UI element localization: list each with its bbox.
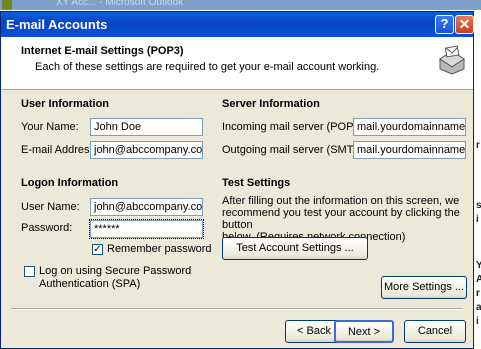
cancel-button[interactable]: Cancel <box>404 320 466 343</box>
more-settings-button[interactable]: More Settings ... <box>381 276 467 299</box>
next-button[interactable]: Next > <box>334 320 394 343</box>
close-button[interactable]: ✕ <box>455 15 474 34</box>
dialog-title: E-mail Accounts <box>6 17 108 32</box>
email-field[interactable]: john@abccompany.com <box>90 141 203 159</box>
background-text: A <box>476 274 481 285</box>
header-band: Internet E-mail Settings (POP3) Each of … <box>1 37 473 90</box>
background-text: r <box>476 288 480 299</box>
incoming-server-label: Incoming mail server (POP3): <box>222 121 367 133</box>
background-text: i <box>476 316 479 327</box>
outgoing-server-field[interactable]: mail.yourdomainname.com <box>353 141 466 159</box>
help-button[interactable]: ? <box>435 15 454 34</box>
user-info-title: User Information <box>21 98 110 110</box>
background-text: i <box>476 214 479 225</box>
name-label: Your Name: <box>21 121 79 133</box>
header-title: Internet E-mail Settings (POP3) <box>21 45 184 57</box>
spa-label-line1: Log on using Secure Password <box>39 265 192 277</box>
email-accounts-dialog: E-mail Accounts ? ✕ Internet E-mail Sett… <box>0 11 474 349</box>
remember-password-checkbox[interactable]: ✓ <box>92 244 103 255</box>
remember-password-label: Remember password <box>107 243 212 255</box>
test-settings-title: Test Settings <box>222 177 291 189</box>
test-settings-description-line: After filling out the information on thi… <box>222 195 460 207</box>
test-account-settings-button[interactable]: Test Account Settings ... <box>222 237 368 260</box>
dialog-titlebar[interactable]: E-mail Accounts ? ✕ <box>1 12 474 37</box>
logon-info-title: Logon Information <box>21 177 119 189</box>
background-text: a <box>476 302 481 313</box>
password-field[interactable]: ****** <box>89 219 204 239</box>
background-text: Y <box>476 260 481 271</box>
email-label: E-mail Address: <box>21 144 99 156</box>
spa-checkbox[interactable] <box>24 266 35 277</box>
background-titlebar: XY Acc... - Microsoft Outlook <box>0 0 481 10</box>
username-field[interactable]: john@abccompany.com <box>90 198 203 216</box>
name-field[interactable]: John Doe <box>90 118 203 136</box>
footer-divider <box>11 308 463 310</box>
server-info-title: Server Information <box>222 98 320 110</box>
header-subtitle: Each of these settings are required to g… <box>35 61 380 73</box>
username-label: User Name: <box>21 201 80 213</box>
background-text: s <box>476 200 481 211</box>
email-settings-icon <box>439 45 465 75</box>
password-label: Password: <box>21 222 73 234</box>
test-settings-description-line: recommend you test your account by click… <box>222 207 460 231</box>
incoming-server-field[interactable]: mail.yourdomainname.com <box>353 118 466 136</box>
outlook-app-icon <box>2 0 12 10</box>
spa-label-line2: Authentication (SPA) <box>39 278 141 290</box>
test-settings-description: After filling out the information on thi… <box>222 195 462 243</box>
background-text: r <box>476 140 480 151</box>
outgoing-server-label: Outgoing mail server (SMTP): <box>222 144 368 156</box>
background-title: XY Acc... - Microsoft Outlook <box>56 0 184 8</box>
